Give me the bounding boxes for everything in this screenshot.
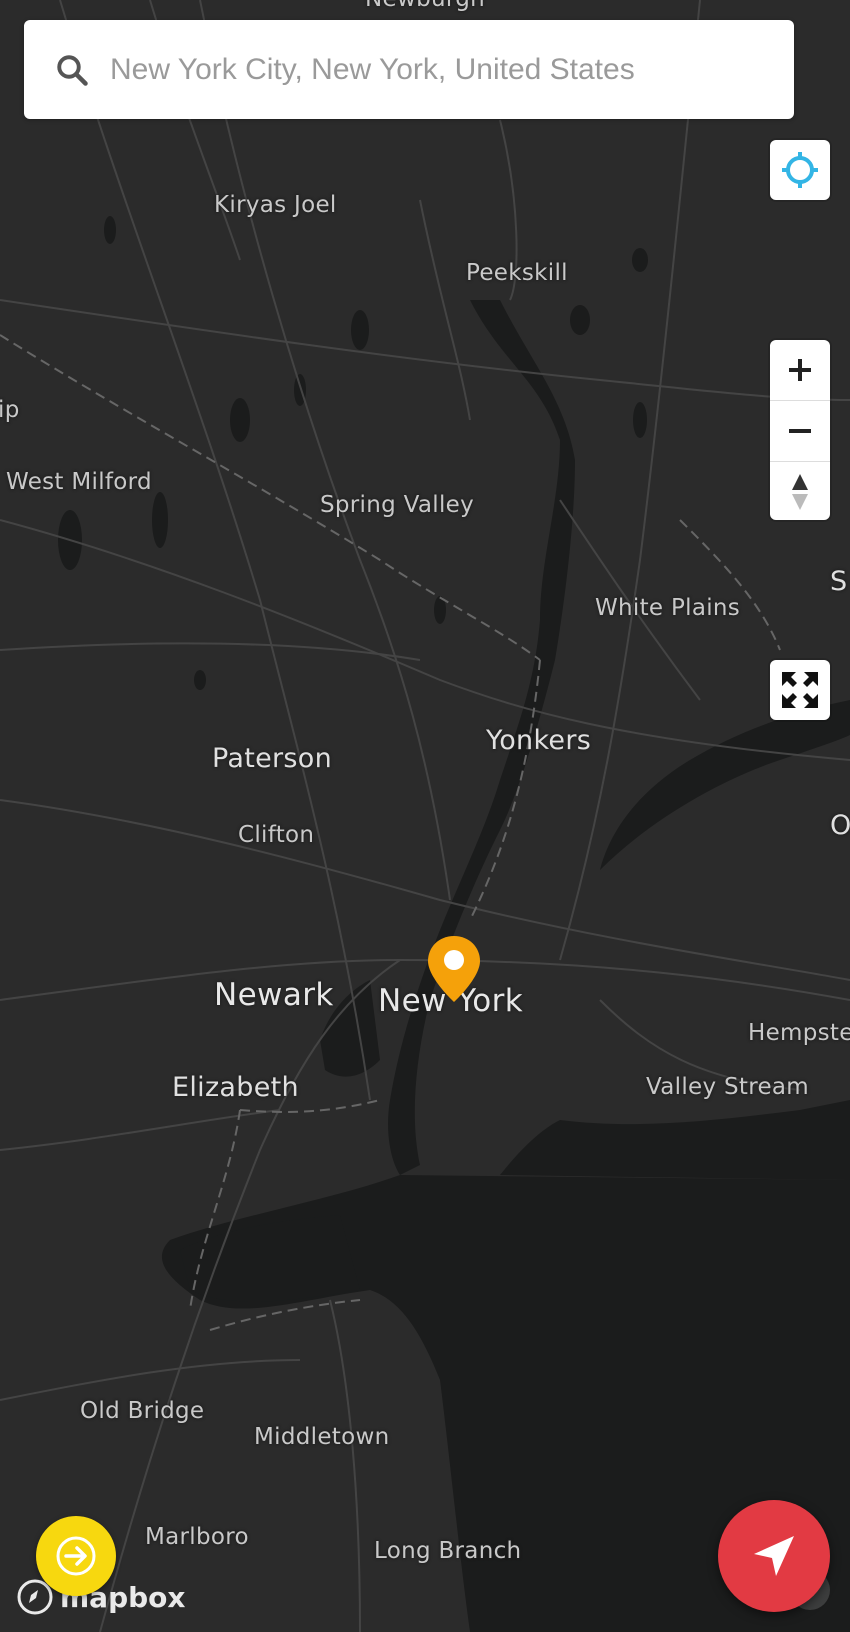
search-bar <box>24 20 794 119</box>
place-label: ip <box>0 397 20 423</box>
place-label: Old Bridge <box>80 1398 205 1424</box>
plus-icon <box>789 359 811 381</box>
place-label: Valley Stream <box>646 1074 810 1100</box>
next-button[interactable] <box>36 1516 116 1596</box>
place-label: O <box>830 810 850 841</box>
locate-crosshair-icon <box>782 152 818 188</box>
navigate-button[interactable] <box>718 1500 830 1612</box>
zoom-controls <box>770 340 830 520</box>
zoom-out-button[interactable] <box>770 400 830 461</box>
place-label: Yonkers <box>486 725 592 756</box>
location-marker-icon[interactable] <box>426 934 482 1004</box>
compass-button[interactable] <box>770 461 830 522</box>
place-label: Elizabeth <box>172 1072 299 1103</box>
search-icon <box>57 54 88 86</box>
place-label: Hempste <box>748 1020 850 1046</box>
place-label: White Plains <box>595 595 741 621</box>
arrow-right-circle-icon <box>56 1536 96 1576</box>
place-label: Long Branch <box>374 1538 522 1564</box>
fullscreen-button[interactable] <box>770 660 830 720</box>
map-canvas[interactable] <box>0 0 850 1632</box>
zoom-in-button[interactable] <box>770 340 830 400</box>
search-input[interactable] <box>108 51 762 88</box>
place-label: Newburgh <box>365 0 485 12</box>
place-label: Marlboro <box>145 1524 249 1550</box>
place-label: S <box>830 566 848 597</box>
navigation-arrow-icon <box>754 1536 794 1576</box>
place-label: Newark <box>214 977 334 1013</box>
place-label: Peekskill <box>466 260 568 286</box>
app: Newburgh Kiryas Joel Peekskill West Milf… <box>0 0 850 1632</box>
place-label: Spring Valley <box>320 492 475 518</box>
minus-icon <box>789 429 811 433</box>
place-label: Clifton <box>238 822 315 848</box>
place-label: Kiryas Joel <box>214 192 337 218</box>
compass-icon <box>792 474 808 510</box>
place-label: West Milford <box>6 469 152 495</box>
fullscreen-icon <box>782 672 818 708</box>
geolocate-button[interactable] <box>770 140 830 200</box>
place-label: Paterson <box>212 743 333 774</box>
place-label: Middletown <box>254 1424 390 1450</box>
